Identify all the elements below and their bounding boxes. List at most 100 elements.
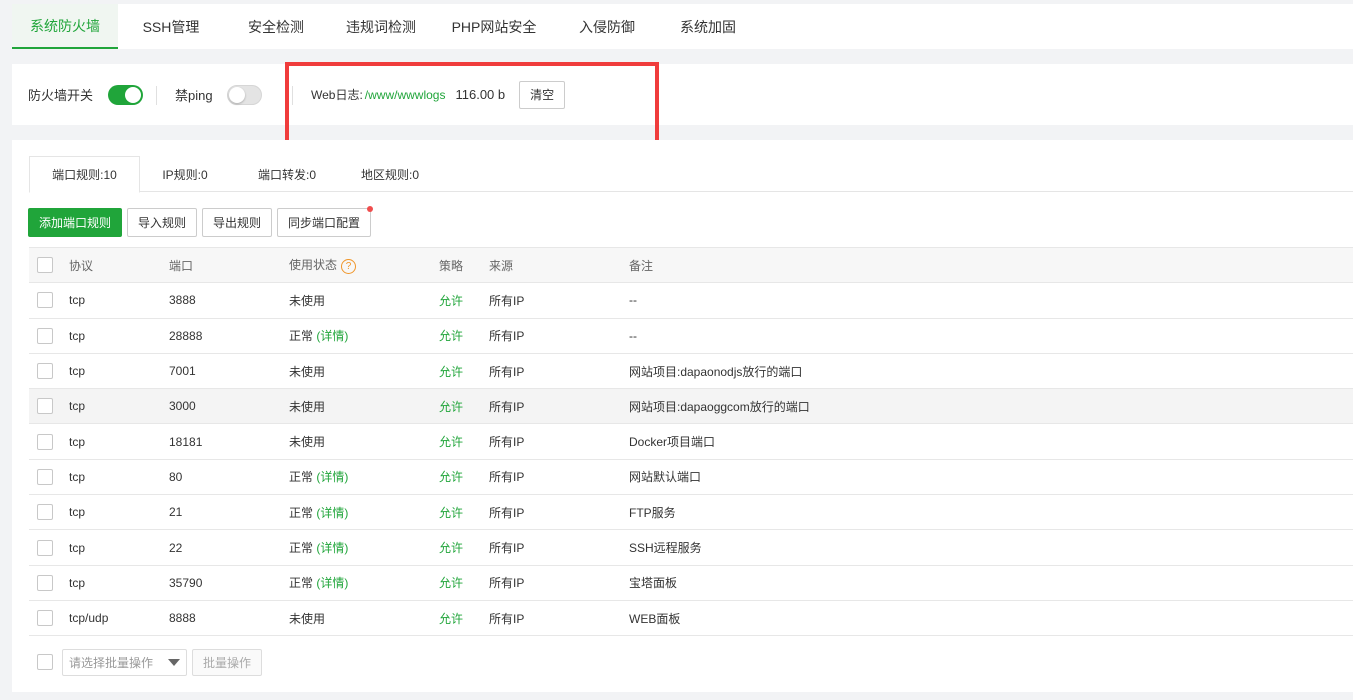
row-checkbox[interactable] (37, 292, 53, 309)
footer-select-all-checkbox[interactable] (37, 654, 53, 670)
cell-status: 未使用 (289, 423, 439, 460)
toggle-knob (125, 86, 142, 103)
cell-note: Docker项目端口 (629, 423, 1353, 460)
row-checkbox[interactable] (37, 363, 53, 380)
cell-protocol: tcp/udp (69, 600, 169, 637)
status-text: 正常 (289, 505, 314, 520)
cell-status: 未使用 (289, 282, 439, 319)
row-checkbox[interactable] (37, 610, 53, 627)
cell-protocol: tcp (69, 388, 169, 425)
status-text: 未使用 (289, 435, 326, 450)
tab-region-rules[interactable]: 地区规则:0 (348, 156, 432, 193)
row-checkbox[interactable] (37, 574, 53, 591)
batch-operation-button[interactable]: 批量操作 (192, 648, 262, 676)
cell-policy[interactable]: 允许 (439, 318, 489, 354)
cell-protocol: tcp (69, 423, 169, 460)
firewall-switch-label: 防火墙开关 (28, 88, 94, 103)
add-port-rule-button[interactable]: 添加端口规则 (28, 208, 122, 237)
tab-ip-rules[interactable]: IP规则:0 (144, 156, 226, 193)
cell-port: 22 (169, 529, 289, 566)
detail-link[interactable]: (详情) (316, 541, 348, 555)
cell-policy[interactable]: 允许 (439, 529, 489, 566)
row-checkbox[interactable] (37, 504, 53, 521)
row-checkbox-cell (29, 318, 69, 354)
cell-policy[interactable]: 允许 (439, 565, 489, 601)
status-text: 正常 (289, 470, 314, 485)
detail-link[interactable]: (详情) (316, 470, 348, 484)
tab-php-site-security[interactable]: PHP网站安全 (434, 4, 554, 49)
tab-port-forward[interactable]: 端口转发:0 (241, 156, 333, 193)
cell-policy[interactable]: 允许 (439, 494, 489, 531)
cell-port: 28888 (169, 318, 289, 354)
tab-violation-words[interactable]: 违规词检测 (328, 4, 434, 49)
detail-link[interactable]: (详情) (316, 506, 348, 520)
row-checkbox[interactable] (37, 327, 53, 344)
cell-source: 所有IP (489, 282, 629, 319)
row-checkbox[interactable] (37, 433, 53, 450)
firewall-switch-group: 防火墙开关 (28, 64, 144, 125)
select-all-cell (29, 246, 69, 284)
tab-security-check[interactable]: 安全检测 (224, 4, 328, 49)
cell-source: 所有IP (489, 529, 629, 566)
tab-ssh-management[interactable]: SSH管理 (118, 4, 224, 49)
cell-policy[interactable]: 允许 (439, 600, 489, 637)
row-checkbox-cell (29, 565, 69, 601)
row-checkbox[interactable] (37, 398, 53, 415)
cell-status: 正常 (详情) (289, 459, 439, 496)
detail-link[interactable]: (详情) (316, 329, 348, 343)
row-checkbox[interactable] (37, 539, 53, 556)
header-status-cell: 使用状态? (289, 246, 439, 284)
tab-port-rules[interactable]: 端口规则:10 (29, 156, 140, 193)
ping-switch-label: 禁ping (175, 88, 213, 103)
table-header-row: 协议 端口 使用状态? 策略 来源 备注 (29, 246, 1353, 284)
export-rules-button[interactable]: 导出规则 (202, 208, 272, 237)
help-icon[interactable]: ? (341, 258, 357, 274)
cell-note: 网站项目:dapaoggcom放行的端口 (629, 388, 1353, 425)
batch-operation-select[interactable]: 请选择批量操作 (62, 648, 187, 676)
top-nav: 系统防火墙 SSH管理 安全检测 违规词检测 PHP网站安全 入侵防御 系统加固 (12, 4, 1353, 49)
cell-source: 所有IP (489, 600, 629, 637)
status-text: 正常 (289, 576, 314, 591)
table-row: tcp 3000 未使用 允许 所有IP 网站项目:dapaoggcom放行的端口 (29, 388, 1353, 425)
rules-card: 端口规则:10 IP规则:0 端口转发:0 地区规则:0 添加端口规则 导入规则… (12, 140, 1353, 692)
cell-port: 18181 (169, 423, 289, 460)
cell-source: 所有IP (489, 353, 629, 390)
cell-source: 所有IP (489, 459, 629, 496)
cell-policy[interactable]: 允许 (439, 388, 489, 425)
header-protocol: 协议 (69, 246, 169, 284)
cell-status: 正常 (详情) (289, 318, 439, 354)
row-checkbox-cell (29, 600, 69, 637)
header-status: 使用状态 (289, 258, 338, 273)
sync-port-config-button[interactable]: 同步端口配置 (277, 206, 373, 237)
status-text: 未使用 (289, 611, 326, 626)
cell-status: 正常 (详情) (289, 529, 439, 566)
select-all-checkbox[interactable] (37, 257, 53, 274)
row-checkbox[interactable] (37, 468, 53, 485)
table-body: tcp 3888 未使用 允许 所有IP -- tcp 28888 正常 (详情) 允许 所有IP -… (29, 282, 1353, 637)
row-checkbox-cell (29, 388, 69, 425)
firewall-toggle[interactable] (108, 84, 144, 105)
import-rules-button[interactable]: 导入规则 (127, 208, 197, 237)
cell-policy[interactable]: 允许 (439, 353, 489, 390)
cell-protocol: tcp (69, 459, 169, 496)
ping-switch-group: 禁ping (175, 64, 262, 125)
cell-port: 80 (169, 459, 289, 496)
row-checkbox-cell (29, 529, 69, 566)
table-row: tcp 80 正常 (详情) 允许 所有IP 网站默认端口 (29, 459, 1353, 496)
cell-policy[interactable]: 允许 (439, 282, 489, 319)
cell-policy[interactable]: 允许 (439, 423, 489, 460)
cell-note: WEB面板 (629, 600, 1353, 637)
detail-link[interactable]: (详情) (316, 576, 348, 590)
tab-system-hardening[interactable]: 系统加固 (660, 4, 756, 49)
cell-protocol: tcp (69, 353, 169, 390)
header-source: 来源 (489, 246, 629, 284)
ping-toggle[interactable] (226, 84, 262, 105)
cell-source: 所有IP (489, 565, 629, 601)
table-row: tcp 3888 未使用 允许 所有IP -- (29, 282, 1353, 319)
cell-policy[interactable]: 允许 (439, 459, 489, 496)
cell-port: 3888 (169, 282, 289, 319)
cell-protocol: tcp (69, 529, 169, 566)
cell-port: 35790 (169, 565, 289, 601)
tab-intrusion-prevention[interactable]: 入侵防御 (554, 4, 660, 49)
tab-system-firewall[interactable]: 系统防火墙 (12, 4, 118, 49)
